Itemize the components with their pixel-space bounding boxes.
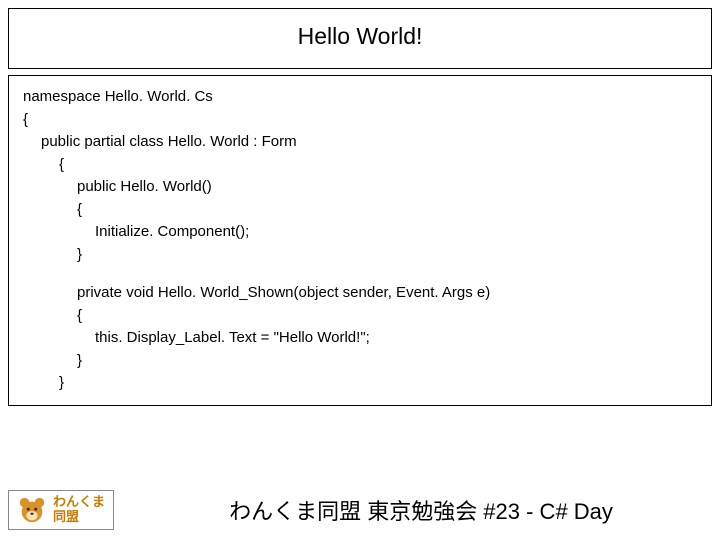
spacer: [23, 266, 697, 282]
code-line: }: [59, 372, 697, 395]
logo-line2: 同盟: [53, 510, 105, 525]
code-line: private void Hello. World_Shown(object s…: [77, 282, 697, 305]
code-line: }: [77, 350, 697, 373]
code-line: {: [77, 305, 697, 328]
slide-title-box: Hello World!: [8, 8, 712, 69]
slide-title: Hello World!: [298, 23, 423, 49]
logo-text: わんくま 同盟: [53, 495, 105, 525]
logo-line1: わんくま: [53, 495, 105, 510]
code-line: public Hello. World(): [77, 176, 697, 199]
footer: わんくま 同盟 わんくま同盟 東京勉強会 #23 - C# Day: [8, 490, 712, 530]
logo-box: わんくま 同盟: [8, 490, 114, 530]
code-line: Initialize. Component();: [95, 221, 697, 244]
code-line: public partial class Hello. World : Form: [41, 131, 697, 154]
code-box: namespace Hello. World. Cs { public part…: [8, 75, 712, 406]
slide: Hello World! namespace Hello. World. Cs …: [0, 0, 720, 540]
bear-icon: [17, 495, 47, 525]
footer-title: わんくま同盟 東京勉強会 #23 - C# Day: [130, 494, 712, 526]
code-line: namespace Hello. World. Cs: [23, 86, 697, 109]
code-line: {: [59, 154, 697, 177]
code-line: this. Display_Label. Text = "Hello World…: [95, 327, 697, 350]
code-line: }: [77, 244, 697, 267]
code-line: {: [23, 109, 697, 132]
code-line: {: [77, 199, 697, 222]
